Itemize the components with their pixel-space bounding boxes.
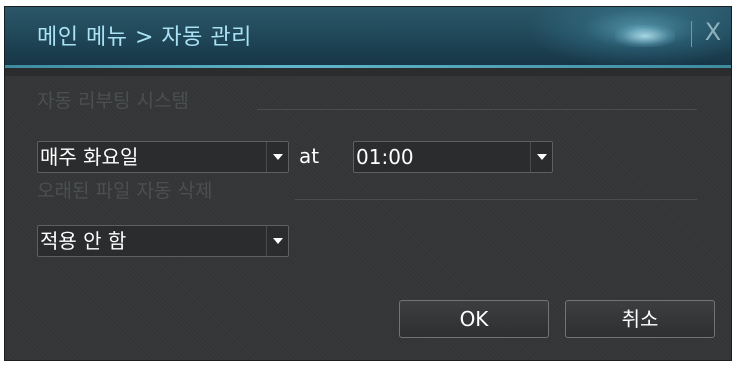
- reboot-section-label: 자동 리부팅 시스템: [37, 90, 189, 112]
- cancel-button[interactable]: 취소: [565, 300, 715, 338]
- dialog-title: 메인 메뉴 > 자동 관리: [37, 25, 252, 50]
- title-bar-highlight: [615, 25, 675, 47]
- at-label: at: [299, 144, 320, 168]
- auto-management-dialog: 메인 메뉴 > 자동 관리 X 자동 리부팅 시스템 매주 화요일 at 01:…: [4, 6, 732, 361]
- chevron-down-icon: [266, 226, 288, 256]
- delete-old-files-select[interactable]: 적용 안 함: [37, 225, 289, 257]
- delete-section-label: 오래된 파일 자동 삭제: [37, 180, 213, 202]
- title-bar: 메인 메뉴 > 자동 관리 X: [5, 7, 731, 65]
- reboot-time-value: 01:00: [356, 145, 414, 169]
- reboot-time-select[interactable]: 01:00: [353, 141, 553, 173]
- ok-button[interactable]: OK: [399, 300, 549, 338]
- delete-section-divider: [295, 199, 697, 200]
- reboot-day-value: 매주 화요일: [40, 145, 139, 169]
- chevron-down-icon: [530, 142, 552, 172]
- reboot-section-divider: [257, 109, 697, 110]
- close-icon[interactable]: X: [701, 17, 725, 47]
- reboot-day-select[interactable]: 매주 화요일: [37, 141, 289, 173]
- title-separator: [691, 21, 692, 47]
- delete-old-files-value: 적용 안 함: [40, 229, 127, 253]
- title-shadow-band: [5, 68, 731, 76]
- chevron-down-icon: [266, 142, 288, 172]
